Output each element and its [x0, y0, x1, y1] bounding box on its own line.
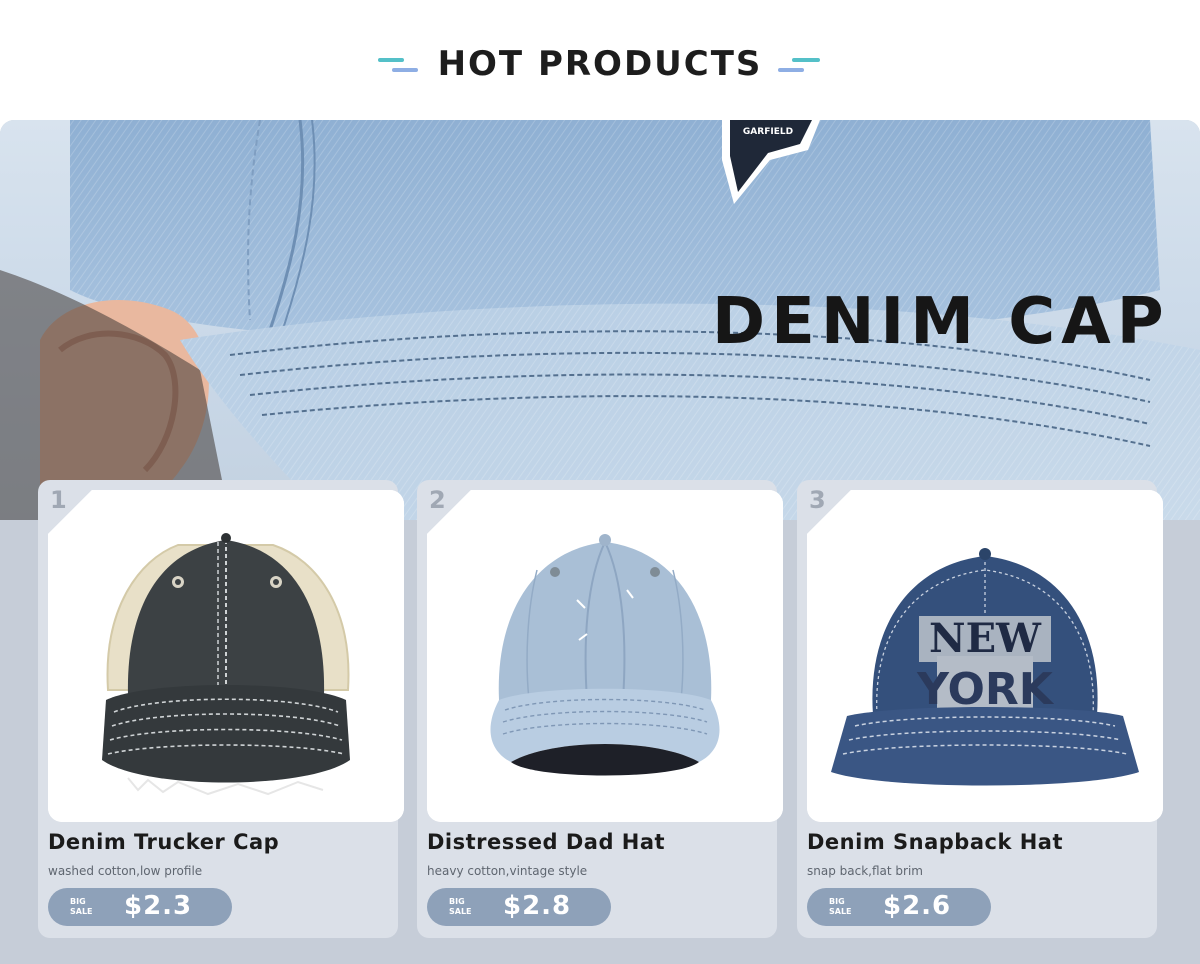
product-rank: 3 [809, 486, 826, 514]
section-title: HOT PRODUCTS [437, 44, 763, 84]
big-sale-badge: BIG SALE [70, 897, 93, 916]
product-rank: 1 [50, 486, 67, 514]
title-decoration-right [778, 58, 822, 74]
hero-patch-text: GARFIELD [743, 127, 793, 137]
product-name[interactable]: Denim Trucker Cap [48, 830, 279, 854]
product-price: $2.8 [503, 891, 572, 921]
product-price: $2.3 [124, 891, 193, 921]
product-description: snap back,flat brim [807, 864, 923, 878]
product-name[interactable]: Denim Snapback Hat [807, 830, 1063, 854]
product-image[interactable] [48, 490, 404, 822]
hero-banner: GARFIELD DENIM CAP [0, 120, 1200, 520]
product-rank: 2 [429, 486, 446, 514]
price-pill[interactable]: BIG SALE $2.3 [48, 888, 232, 926]
product-name[interactable]: Distressed Dad Hat [427, 830, 665, 854]
hero-title: DENIM CAP [712, 285, 1170, 359]
price-pill[interactable]: BIG SALE $2.6 [807, 888, 991, 926]
product-description: washed cotton,low profile [48, 864, 203, 878]
product-card[interactable]: 2 Distressed Dad Hat heavy cotton,vintag… [417, 480, 783, 938]
product-description: heavy cotton,vintage style [427, 864, 588, 878]
product-card[interactable]: 1 Denim Trucker Cap washed cotton,low pr… [38, 480, 404, 938]
big-sale-badge: BIG SALE [829, 897, 852, 916]
trucker-cap-image [48, 490, 404, 822]
product-image[interactable] [427, 490, 783, 822]
product-card[interactable]: NEW YORK 3 Denim Snapback Hat snap back,… [797, 480, 1163, 938]
snapback-hat-image: NEW YORK [807, 490, 1163, 822]
product-image[interactable]: NEW YORK [807, 490, 1163, 822]
section-header: HOT PRODUCTS [0, 0, 1200, 120]
dad-hat-image [427, 490, 783, 822]
embroidery-line1: NEW [929, 615, 1042, 662]
big-sale-badge: BIG SALE [449, 897, 472, 916]
price-pill[interactable]: BIG SALE $2.8 [427, 888, 611, 926]
product-price: $2.6 [883, 891, 952, 921]
